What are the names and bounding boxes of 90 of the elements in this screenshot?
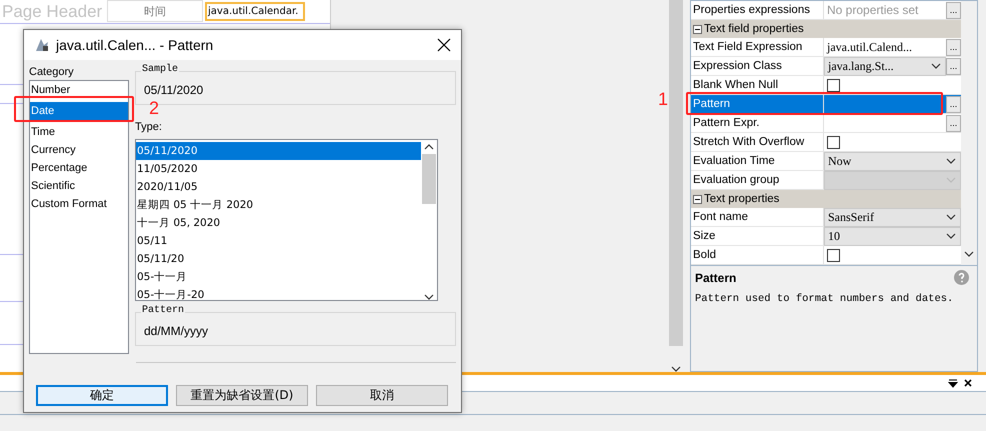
static-text-element[interactable]: 时间 bbox=[107, 0, 203, 22]
help-icon[interactable] bbox=[954, 270, 969, 285]
dropdown-value: java.lang.St... bbox=[826, 58, 895, 74]
type-item[interactable]: 2020/11/05 bbox=[136, 178, 421, 196]
category-item[interactable]: Number bbox=[30, 81, 128, 99]
ellipsis-button[interactable]: ... bbox=[946, 96, 961, 112]
app-icon bbox=[34, 37, 50, 53]
section-header[interactable]: Text field properties bbox=[691, 20, 961, 38]
category-item[interactable]: Custom Format bbox=[30, 195, 128, 213]
property-dropdown[interactable]: SansSerif bbox=[824, 208, 961, 226]
type-item[interactable]: 05/11/2020 bbox=[136, 142, 421, 160]
dialog-title: java.util.Calen... - Pattern bbox=[56, 37, 214, 53]
property-value: java.util.Calend... bbox=[826, 40, 913, 54]
group-title: Sample bbox=[141, 64, 180, 75]
ellipsis-button[interactable]: ... bbox=[946, 114, 961, 132]
property-label: Text Field Expression bbox=[691, 38, 824, 56]
property-row[interactable]: Stretch With Overflow bbox=[691, 133, 961, 152]
chevron-down-icon bbox=[946, 158, 956, 164]
type-item[interactable]: 05-十一月-20 bbox=[136, 286, 421, 304]
property-row[interactable]: Evaluation Time Now bbox=[691, 152, 961, 171]
property-row[interactable]: Pattern ... bbox=[691, 95, 961, 114]
sample-value: 05/11/2020 bbox=[144, 83, 204, 97]
section-header[interactable]: Text properties bbox=[691, 190, 961, 208]
section-title: Text properties bbox=[704, 193, 780, 205]
category-item[interactable]: Date bbox=[30, 102, 128, 120]
collapse-icon[interactable] bbox=[693, 24, 702, 34]
category-item[interactable]: Currency bbox=[30, 141, 128, 159]
category-item[interactable]: Percentage bbox=[30, 159, 128, 177]
ellipsis-button[interactable]: ... bbox=[946, 38, 961, 56]
dialog-button[interactable]: 重置为缺省设置(D) bbox=[176, 385, 308, 406]
property-row[interactable]: Pattern Expr. ... bbox=[691, 114, 961, 133]
category-item[interactable]: Scientific bbox=[30, 177, 128, 195]
help-title: Pattern bbox=[695, 271, 736, 285]
chevron-down-icon bbox=[964, 251, 974, 257]
dropdown-value: SansSerif bbox=[827, 210, 875, 224]
dialog-button[interactable]: 确定 bbox=[36, 385, 168, 406]
chevron-up-icon[interactable] bbox=[424, 144, 434, 150]
chevron-down-icon bbox=[671, 366, 681, 372]
category-label: Category bbox=[29, 66, 75, 80]
type-item[interactable]: 11/05/2020 bbox=[136, 160, 421, 178]
dialog-button[interactable]: 取消 bbox=[316, 385, 448, 406]
property-dropdown[interactable]: 10 bbox=[824, 226, 961, 246]
close-icon[interactable] bbox=[964, 379, 972, 387]
chevron-down-icon bbox=[946, 233, 956, 239]
annotation-number: 1 bbox=[658, 90, 668, 108]
ellipsis-button[interactable]: ... bbox=[946, 58, 961, 74]
property-dropdown[interactable]: Now bbox=[824, 152, 961, 170]
property-value: No properties set bbox=[826, 3, 920, 17]
checkbox[interactable] bbox=[827, 248, 840, 262]
property-row[interactable]: Size 10 bbox=[691, 227, 961, 246]
chevron-down-icon bbox=[946, 214, 956, 220]
chevron-down-icon bbox=[424, 294, 434, 300]
dropdown-icon[interactable] bbox=[948, 378, 958, 388]
checkbox[interactable] bbox=[827, 136, 840, 148]
dropdown-value: Now bbox=[827, 154, 852, 168]
dropdown-value: 10 bbox=[827, 228, 841, 244]
property-label: Bold bbox=[691, 246, 824, 264]
type-item[interactable]: 星期四 05 十一月 2020 bbox=[136, 196, 421, 214]
property-label: Properties expressions bbox=[691, 1, 824, 19]
help-text: Pattern used to format numbers and dates. bbox=[695, 293, 954, 305]
category-item[interactable]: Time bbox=[30, 123, 128, 141]
type-label: Type: bbox=[135, 121, 163, 133]
type-item[interactable]: 05/11 bbox=[136, 232, 421, 250]
band-label: Page Header bbox=[1, 2, 102, 22]
group-title: Pattern bbox=[141, 305, 186, 316]
property-row[interactable]: Properties expressions No properties set ... bbox=[691, 1, 961, 20]
type-item[interactable]: 05-十一月 bbox=[136, 268, 421, 286]
property-label: Blank When Null bbox=[691, 76, 824, 94]
property-row[interactable]: Expression Class java.lang.St... ... bbox=[691, 57, 961, 76]
chevron-down-icon bbox=[931, 63, 941, 69]
annotation-number: 2 bbox=[149, 99, 160, 117]
property-row[interactable]: Text Field Expression java.util.Calend... ... bbox=[691, 38, 961, 57]
property-row[interactable]: Bold bbox=[691, 246, 961, 265]
chevron-down-icon bbox=[946, 177, 956, 183]
property-label: Pattern bbox=[691, 95, 824, 113]
property-label: Pattern Expr. bbox=[691, 114, 824, 132]
property-label: Stretch With Overflow bbox=[691, 133, 824, 151]
text-field-element[interactable]: java.util.Calendar. bbox=[205, 2, 305, 21]
close-icon[interactable] bbox=[437, 38, 451, 52]
scrollbar[interactable] bbox=[668, 0, 684, 372]
property-row[interactable]: Font name SansSerif bbox=[691, 208, 961, 227]
pattern-value: dd/MM/yyyy bbox=[144, 324, 208, 338]
type-item[interactable]: 十一月 05, 2020 bbox=[136, 214, 421, 232]
property-dropdown[interactable]: java.lang.St... bbox=[824, 56, 946, 76]
ellipsis-button[interactable]: ... bbox=[946, 2, 961, 18]
type-item[interactable]: 05/11/20 bbox=[136, 250, 421, 268]
collapse-icon[interactable] bbox=[693, 194, 702, 204]
checkbox[interactable] bbox=[827, 78, 840, 92]
property-row[interactable]: Blank When Null bbox=[691, 76, 961, 95]
section-title: Text field properties bbox=[704, 23, 804, 35]
